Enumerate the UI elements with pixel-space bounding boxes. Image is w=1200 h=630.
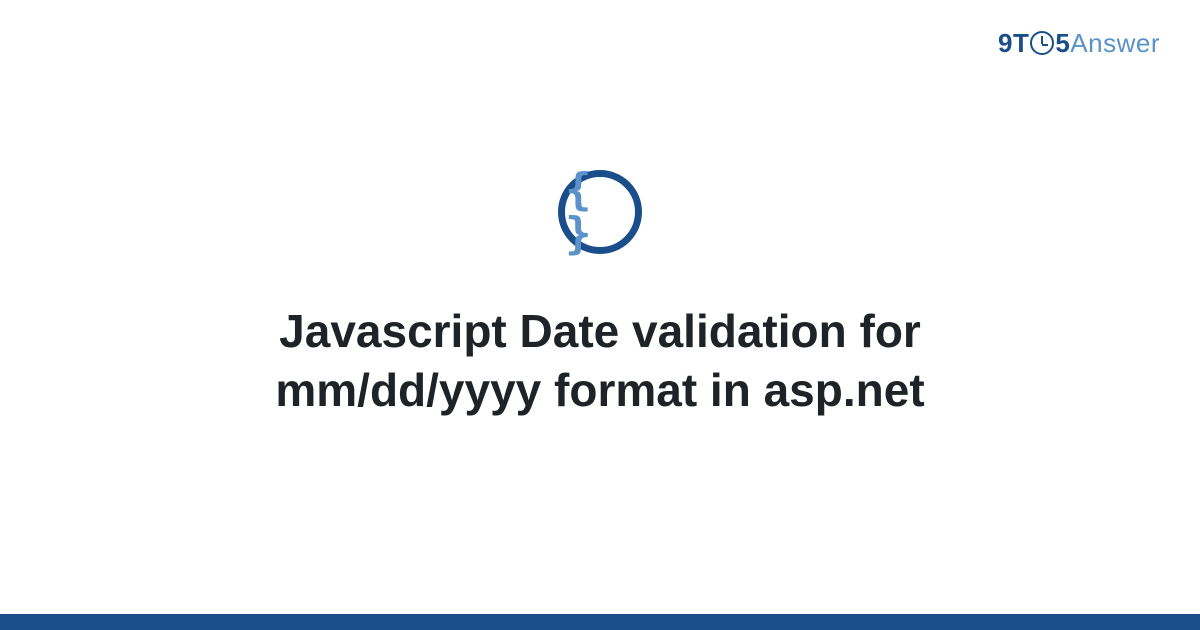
question-title: Javascript Date validation for mm/dd/yyy… xyxy=(120,302,1080,420)
footer-accent-bar xyxy=(0,614,1200,630)
code-braces-icon: { } xyxy=(558,170,642,254)
main-content: { } Javascript Date validation for mm/dd… xyxy=(0,0,1200,630)
code-braces-glyph: { } xyxy=(565,168,635,256)
